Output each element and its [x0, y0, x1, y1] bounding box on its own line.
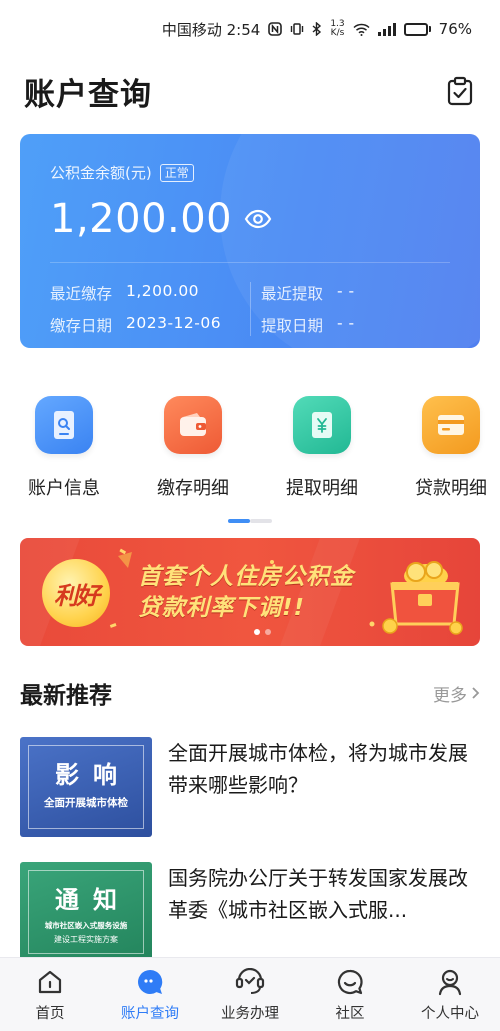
- recommend-header: 最新推荐 更多: [20, 676, 480, 710]
- quick-label: 缴存明细: [157, 478, 229, 499]
- news-thumbnail: 通知 城市社区嵌入式服务设施 建设工程实施方案: [20, 862, 152, 962]
- tab-home[interactable]: 首页: [0, 958, 100, 1031]
- tab-account-query[interactable]: 账户查询: [100, 958, 200, 1031]
- quick-label: 提取明细: [286, 478, 358, 499]
- more-label: 更多: [433, 685, 467, 706]
- news-title: 全面开展城市体检，将为城市发展带来哪些影响？: [168, 741, 468, 797]
- banner-line1: 首套个人住房公积金: [138, 564, 354, 590]
- tab-label: 首页: [35, 1006, 65, 1022]
- quick-item-deposit-detail[interactable]: 缴存明细: [138, 396, 248, 500]
- balance-amount: 1,200.00: [50, 196, 233, 242]
- news-item[interactable]: 通知 城市社区嵌入式服务设施 建设工程实施方案 国务院办公厅关于转发国家发展改革…: [20, 862, 480, 962]
- section-title: 最新推荐: [20, 683, 112, 709]
- more-link[interactable]: 更多: [433, 681, 480, 706]
- page-title: 账户查询: [24, 76, 152, 113]
- nfc-icon: [268, 22, 283, 36]
- card-icon: [422, 396, 480, 454]
- chat-bubble-icon: [134, 966, 166, 998]
- balance-label: 公积金余额(元): [50, 164, 152, 182]
- net-speed: 1.3 K/s: [330, 19, 345, 38]
- signal-icon: [377, 22, 396, 36]
- battery-text: 76%: [438, 20, 472, 38]
- recent-withdraw-value: - -: [337, 282, 355, 300]
- clipboard-check-icon: [447, 76, 473, 106]
- home-icon: [34, 966, 66, 998]
- tab-label: 个人中心: [421, 1006, 479, 1022]
- yuan-note-icon: [293, 396, 351, 454]
- tab-label: 业务办理: [221, 1006, 279, 1022]
- deposit-date-value: 2023-12-06: [126, 314, 222, 332]
- account-search-icon: [35, 396, 93, 454]
- tab-label: 账户查询: [121, 1006, 179, 1022]
- community-icon: [334, 966, 366, 998]
- tab-business[interactable]: 业务办理: [200, 958, 300, 1031]
- news-item[interactable]: 影响 全面开展城市体检 全面开展城市体检，将为城市发展带来哪些影响？: [20, 737, 480, 837]
- quick-item-withdraw-detail[interactable]: 提取明细: [267, 396, 377, 500]
- page-header: 账户查询: [24, 66, 476, 116]
- banner-text: 首套个人住房公积金 贷款利率下调!!: [138, 562, 354, 624]
- battery-icon: [403, 22, 431, 36]
- quick-menu-pager: [228, 519, 272, 523]
- withdraw-date-label: 提取日期: [261, 317, 324, 335]
- recent-deposit-value: 1,200.00: [126, 282, 200, 300]
- recent-withdraw-label: 最近提取: [261, 285, 324, 303]
- banner-badge: 利好: [42, 559, 110, 627]
- clipboard-check-button[interactable]: [444, 75, 476, 107]
- bluetooth-icon: [312, 22, 322, 36]
- quick-label: 账户信息: [28, 478, 100, 499]
- wifi-icon: [353, 23, 370, 36]
- banner-line2: 贷款利率下调!!: [138, 595, 305, 621]
- card-divider: [50, 262, 450, 263]
- bottom-tab-bar: 首页 账户查询 业务办理 社区 个人中心: [0, 957, 500, 1031]
- withdraw-date-value: - -: [337, 314, 355, 332]
- deposit-date-label: 缴存日期: [50, 317, 113, 335]
- news-thumbnail: 影响 全面开展城市体检: [20, 737, 152, 837]
- news-title: 国务院办公厅关于转发国家发展改革委《城市社区嵌入式服...: [168, 866, 468, 922]
- chevron-right-icon: [472, 687, 480, 699]
- balance-card: 公积金余额(元) 正常 1,200.00 最近缴存 1,200.00 缴存日期 20…: [20, 134, 480, 348]
- wallet-icon: [164, 396, 222, 454]
- tab-label: 社区: [335, 1006, 365, 1022]
- status-bar: 中国移动 2:54 1.3 K/s 76%: [0, 0, 500, 58]
- promo-banner[interactable]: 利好 首套个人住房公积金 贷款利率下调!!: [20, 538, 480, 646]
- tab-community[interactable]: 社区: [300, 958, 400, 1031]
- carrier-time: 中国移动 2:54: [161, 20, 261, 39]
- status-badge: 正常: [159, 163, 194, 182]
- service-icon: [234, 966, 266, 998]
- vibrate-icon: [291, 23, 304, 35]
- treasure-chest-icon: [382, 561, 463, 635]
- banner-pager: [254, 629, 271, 635]
- quick-label: 贷款明细: [415, 478, 487, 499]
- recent-deposit-label: 最近缴存: [50, 285, 113, 303]
- quick-menu: 账户信息 缴存明细 提取明细 贷款明细: [0, 396, 500, 506]
- eye-icon[interactable]: [244, 209, 272, 229]
- quick-item-loan-detail[interactable]: 贷款明细: [396, 396, 500, 500]
- profile-icon: [434, 966, 466, 998]
- quick-item-account-info[interactable]: 账户信息: [9, 396, 119, 500]
- tab-profile[interactable]: 个人中心: [400, 958, 500, 1031]
